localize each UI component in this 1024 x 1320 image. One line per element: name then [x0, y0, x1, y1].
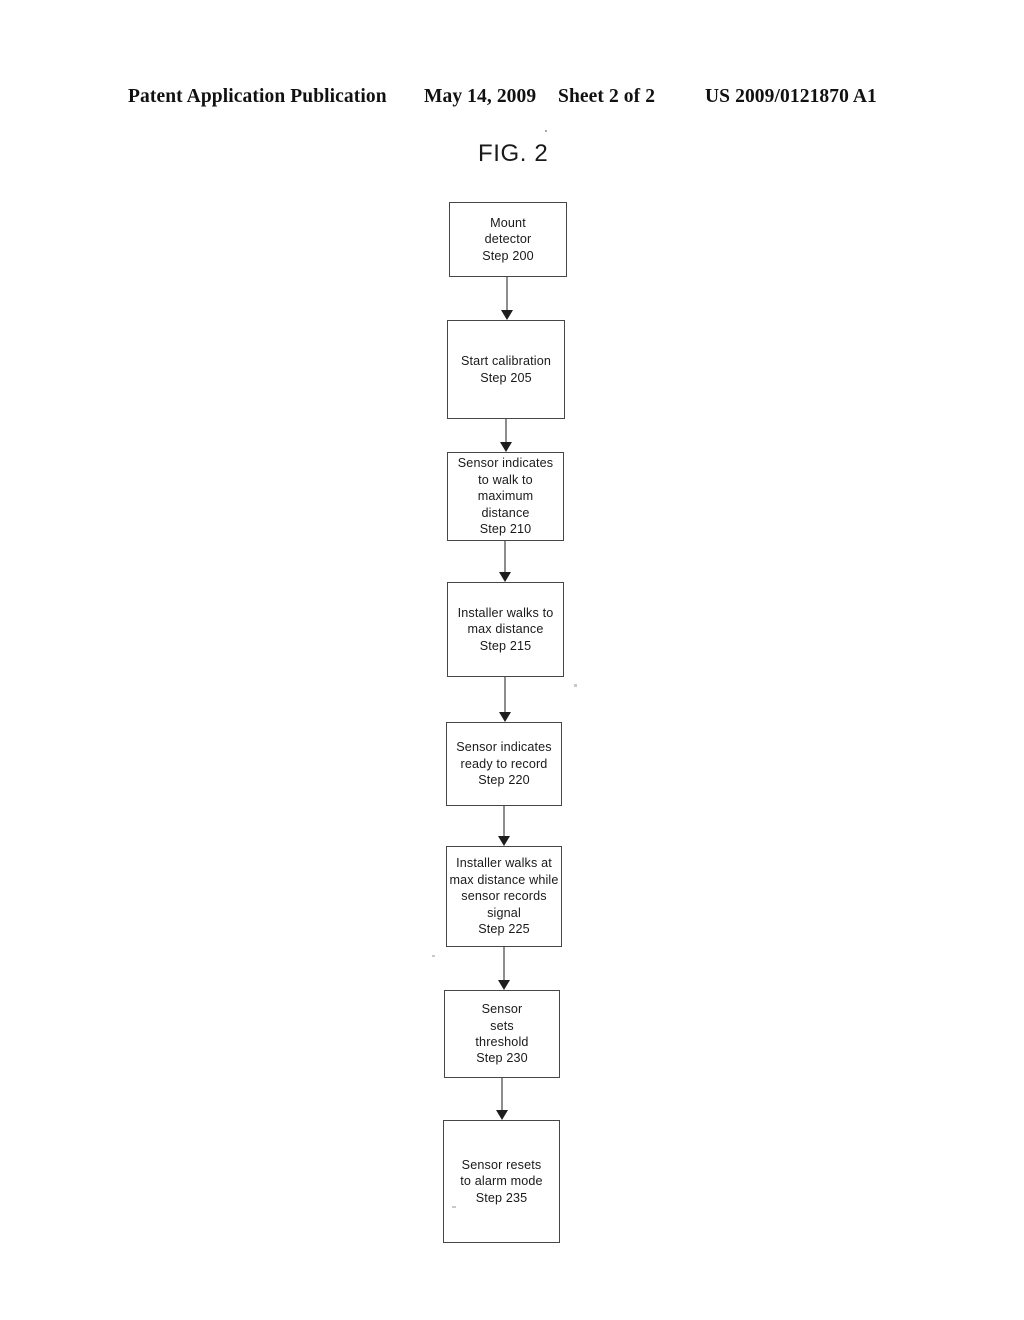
flow-node-label: Start calibration Step 205 — [460, 354, 552, 385]
flow-node-label: Sensor resets to alarm mode Step 235 — [460, 1157, 543, 1205]
flow-node-step-215: Installer walks to max distance Step 215 — [447, 582, 564, 677]
flowchart-diagram: Mount detector Step 200 Start calibration S… — [0, 0, 1024, 1320]
scan-speckle — [452, 1206, 456, 1208]
flow-node-label: Mount detector Step 200 — [482, 215, 534, 263]
flow-node-label: Installer walks to max distance Step 215 — [457, 605, 554, 653]
flow-node-label: Sensor indicates to walk to maximum distanc… — [457, 456, 554, 537]
flow-node-step-200: Mount detector Step 200 — [449, 202, 567, 277]
scan-speckle — [574, 684, 577, 687]
flow-node-label: Sensor sets threshold Step 230 — [475, 1002, 529, 1066]
flow-node-step-230: Sensor sets threshold Step 230 — [444, 990, 560, 1078]
flow-node-label: Sensor indicates ready to record Step 220 — [456, 740, 552, 788]
flow-node-step-210: Sensor indicates to walk to maximum distanc… — [447, 452, 564, 541]
flow-node-step-205: Start calibration Step 205 — [447, 320, 565, 419]
flow-node-step-220: Sensor indicates ready to record Step 220 — [446, 722, 562, 806]
flow-node-step-225: Installer walks at max distance while sens… — [446, 846, 562, 947]
flow-node-step-235: Sensor resets to alarm mode Step 235 — [443, 1120, 560, 1243]
flow-node-label: Installer walks at max distance while sens… — [449, 856, 559, 937]
scan-speckle — [432, 955, 435, 957]
